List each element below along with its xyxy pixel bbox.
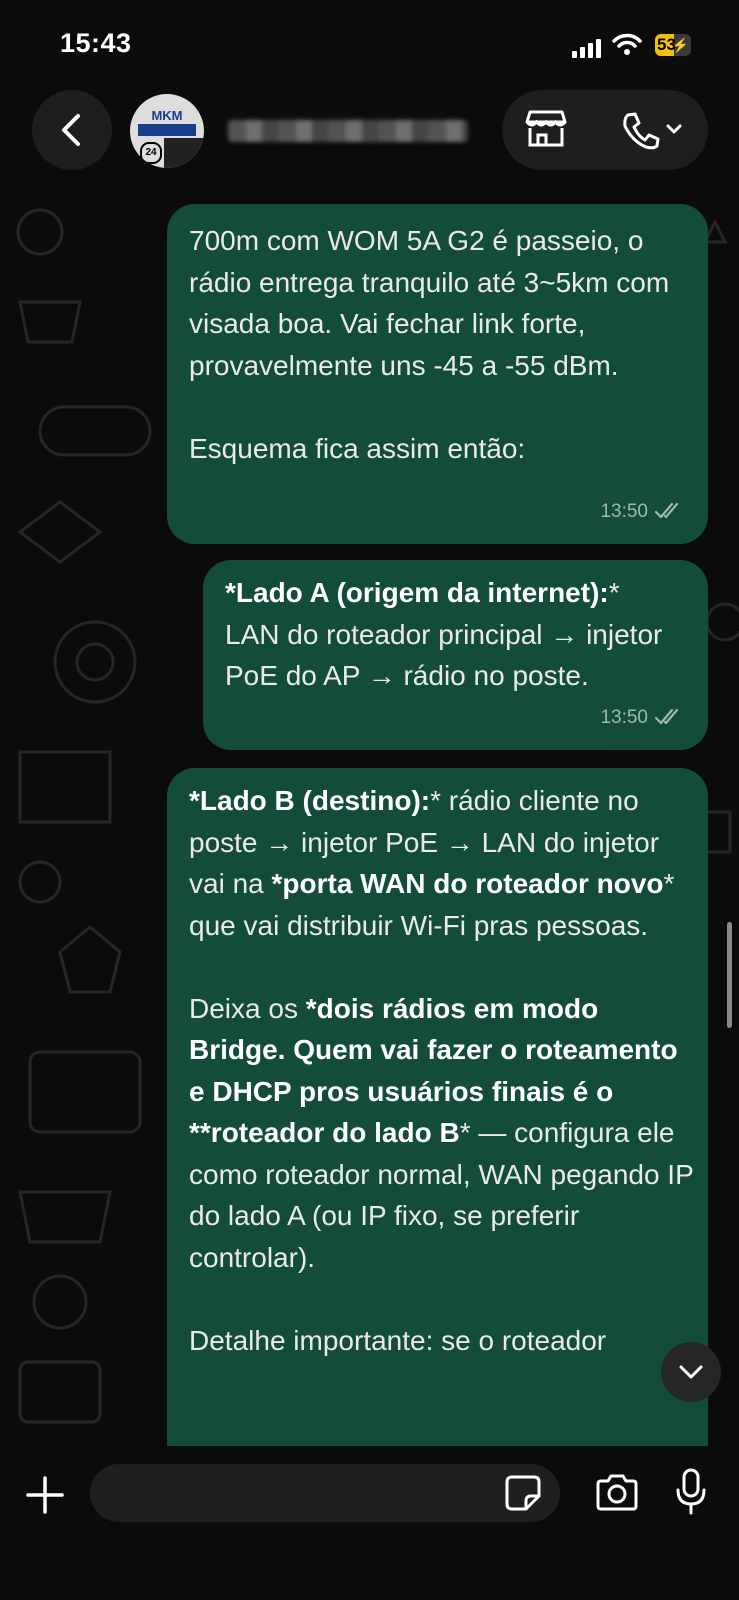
message-time: 13:50 bbox=[600, 706, 648, 728]
message-bold-text: *porta WAN do roteador novo bbox=[271, 868, 664, 899]
store-icon[interactable] bbox=[524, 108, 568, 153]
plus-icon[interactable] bbox=[20, 1470, 70, 1520]
back-button[interactable] bbox=[32, 90, 112, 170]
message-text: *Lado B (destino):* rádio cliente no pos… bbox=[189, 780, 694, 1361]
scrollbar[interactable] bbox=[727, 922, 732, 1028]
message-time: 13:50 bbox=[600, 500, 648, 522]
phone-icon[interactable] bbox=[620, 110, 686, 155]
wifi-icon bbox=[612, 33, 642, 62]
read-receipt-icon bbox=[654, 709, 679, 725]
chevron-down-icon bbox=[679, 1365, 703, 1379]
message-meta: 13:50 bbox=[600, 697, 684, 739]
message-bold-text: *Lado B (destino): bbox=[189, 785, 431, 816]
scroll-to-bottom-button[interactable] bbox=[661, 1342, 721, 1402]
header-actions bbox=[502, 90, 708, 170]
message-composer bbox=[0, 1446, 739, 1600]
contact-name-blurred[interactable] bbox=[228, 120, 468, 142]
chat-header: MKM 24 bbox=[0, 88, 739, 192]
message-text: 700m com WOM 5A G2 é passeio, o rádio en… bbox=[189, 225, 670, 464]
chevron-left-icon bbox=[62, 114, 80, 146]
message-bold-text: *Lado A (origem da internet): bbox=[225, 577, 609, 608]
status-bar: 15:43 53 ⚡ bbox=[0, 0, 739, 90]
message-text: *Lado A (origem da internet):* LAN do ro… bbox=[225, 572, 695, 697]
avatar-badge: 24 bbox=[140, 142, 162, 164]
avatar-logo-text: MKM bbox=[151, 108, 183, 123]
read-receipt-icon bbox=[654, 503, 679, 519]
contact-avatar[interactable]: MKM 24 bbox=[130, 94, 204, 168]
message-meta: 13:50 bbox=[600, 491, 684, 533]
sticker-icon[interactable] bbox=[504, 1474, 542, 1517]
message-bubble[interactable]: *Lado B (destino):* rádio cliente no pos… bbox=[167, 768, 708, 1446]
message-input[interactable] bbox=[90, 1464, 560, 1522]
status-time: 15:43 bbox=[60, 28, 132, 58]
battery-indicator: 53 ⚡ bbox=[655, 34, 691, 56]
avatar-band bbox=[138, 124, 196, 136]
charging-icon: ⚡ bbox=[671, 37, 689, 53]
message-bubble[interactable]: *Lado A (origem da internet):* LAN do ro… bbox=[203, 560, 708, 750]
message-bubble[interactable]: 700m com WOM 5A G2 é passeio, o rádio en… bbox=[167, 204, 708, 544]
signal-icon bbox=[572, 38, 602, 63]
message-plain-text: * — configura ele como roteador normal, … bbox=[189, 1117, 694, 1356]
camera-icon[interactable] bbox=[594, 1474, 640, 1517]
chat-area[interactable]: 700m com WOM 5A G2 é passeio, o rádio en… bbox=[0, 192, 739, 1446]
microphone-icon[interactable] bbox=[674, 1468, 708, 1521]
avatar-dark-area bbox=[164, 138, 204, 168]
